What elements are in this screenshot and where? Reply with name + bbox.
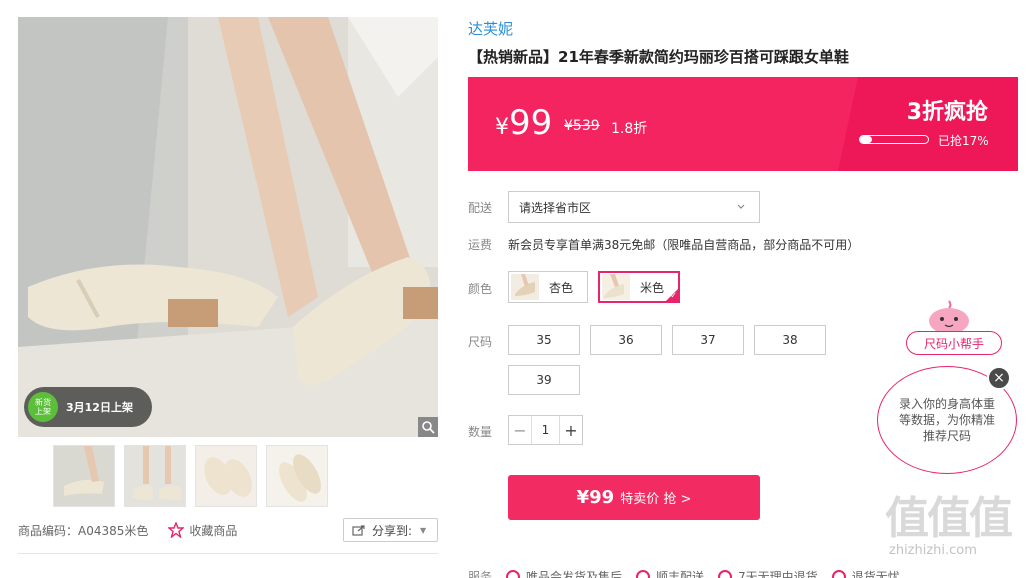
size-option-35[interactable]: 35 (508, 325, 580, 355)
new-arrival-icon: 新货 上架 (28, 392, 58, 422)
share-label: 分享到: (372, 523, 413, 538)
sold-percent-label: 已抢17% (938, 134, 989, 148)
zoom-icon[interactable] (418, 417, 438, 437)
buy-label: 特卖价 抢 > (620, 492, 692, 507)
product-title: 【热销新品】21年春季新款简约玛丽珍百搭可踩跟女单鞋 (468, 48, 849, 66)
watermark: 值值值 zhizhizhi.com (885, 495, 1035, 578)
color-label: 颜色 (468, 282, 493, 296)
discount-rate: 1.8折 (611, 121, 648, 137)
color-swatch-apricot (511, 274, 539, 300)
delivery-label: 配送 (468, 201, 493, 215)
new-arrival-badge: 新货 上架 3月12日上架 (24, 387, 152, 427)
current-price: ¥ 99 (495, 103, 553, 143)
quantity-plus-button[interactable]: + (560, 416, 582, 444)
color-swatch-beige (602, 274, 630, 300)
chevron-down-icon (737, 204, 745, 209)
sold-progress-fill (860, 136, 872, 143)
product-main-image[interactable]: 新货 上架 3月12日上架 (18, 17, 438, 437)
quantity-stepper: − 1 + (508, 415, 583, 445)
product-code: 商品编码：A04385米色 (18, 523, 149, 538)
thumbnail-1[interactable] (53, 445, 115, 507)
thumbnail-3[interactable] (195, 445, 257, 507)
service-label: 服务 (468, 570, 493, 578)
thumbnail-2[interactable] (124, 445, 186, 507)
watermark-logo: 值值值 (885, 493, 1013, 544)
region-select[interactable]: 请选择省市区 (508, 191, 760, 223)
close-icon[interactable]: × (987, 366, 1011, 390)
original-price: ¥539 (564, 118, 600, 134)
favorite-button[interactable]: 收藏商品 (168, 522, 237, 539)
price-banner: ¥ 99 ¥539 1.8折 3折疯抢 已抢17% (468, 77, 1018, 171)
buy-price: ¥99 (576, 487, 615, 508)
left-divider (18, 553, 438, 554)
quantity-label: 数量 (468, 425, 493, 439)
watermark-url: zhizhizhi.com (889, 543, 977, 558)
shipping-info: 新会员专享首单满38元免邮（限唯品自营商品，部分商品不可用） (508, 238, 860, 252)
buy-button[interactable]: ¥99 特卖价 抢 > (508, 475, 760, 520)
share-dropdown-icon: ▼ (420, 525, 427, 535)
new-arrival-date: 3月12日上架 (66, 401, 133, 414)
check-circle-icon (718, 569, 733, 578)
service-item: 唯品会发货及售后 (506, 568, 622, 578)
shipping-label: 运费 (468, 238, 493, 252)
size-option-38[interactable]: 38 (754, 325, 826, 355)
product-meta-row: 商品编码：A04385米色 收藏商品 分享到: ▼ (18, 516, 438, 544)
share-icon (352, 525, 365, 536)
thumbnail-4[interactable] (266, 445, 328, 507)
flash-sale-label: 3折疯抢 (906, 100, 988, 125)
check-circle-icon (831, 569, 846, 578)
color-option-beige[interactable]: 米色 ✓ (598, 271, 680, 303)
size-option-37[interactable]: 37 (672, 325, 744, 355)
size-helper-title[interactable]: 尺码小帮手 (906, 331, 1002, 355)
size-option-39[interactable]: 39 (508, 365, 580, 395)
quantity-minus-button[interactable]: − (509, 416, 531, 444)
color-option-apricot[interactable]: 杏色 (508, 271, 588, 303)
share-button[interactable]: 分享到: ▼ (343, 518, 438, 542)
quantity-input[interactable]: 1 (531, 416, 560, 444)
product-photo (18, 17, 438, 437)
check-circle-icon (506, 569, 521, 578)
star-icon (168, 522, 185, 538)
size-label: 尺码 (468, 335, 493, 349)
service-row: 服务 唯品会发货及售后 顺丰配送 7天无理由退货 退货无忧 (468, 568, 900, 578)
size-helper-text: 录入你的身高体重等数据，为你精准推荐尺码 (899, 397, 996, 443)
checkmark-icon: ✓ (670, 291, 677, 300)
sold-progress-bar (859, 135, 929, 144)
size-option-36[interactable]: 36 (590, 325, 662, 355)
favorite-label: 收藏商品 (189, 523, 238, 538)
region-select-value: 请选择省市区 (519, 200, 592, 215)
check-circle-icon (636, 569, 651, 578)
service-item: 顺丰配送 (636, 568, 704, 578)
thumbnail-strip (53, 445, 328, 507)
service-item: 7天无理由退货 (718, 568, 818, 578)
brand-link[interactable]: 达芙妮 (468, 18, 513, 39)
mascot-icon[interactable] (926, 299, 972, 335)
